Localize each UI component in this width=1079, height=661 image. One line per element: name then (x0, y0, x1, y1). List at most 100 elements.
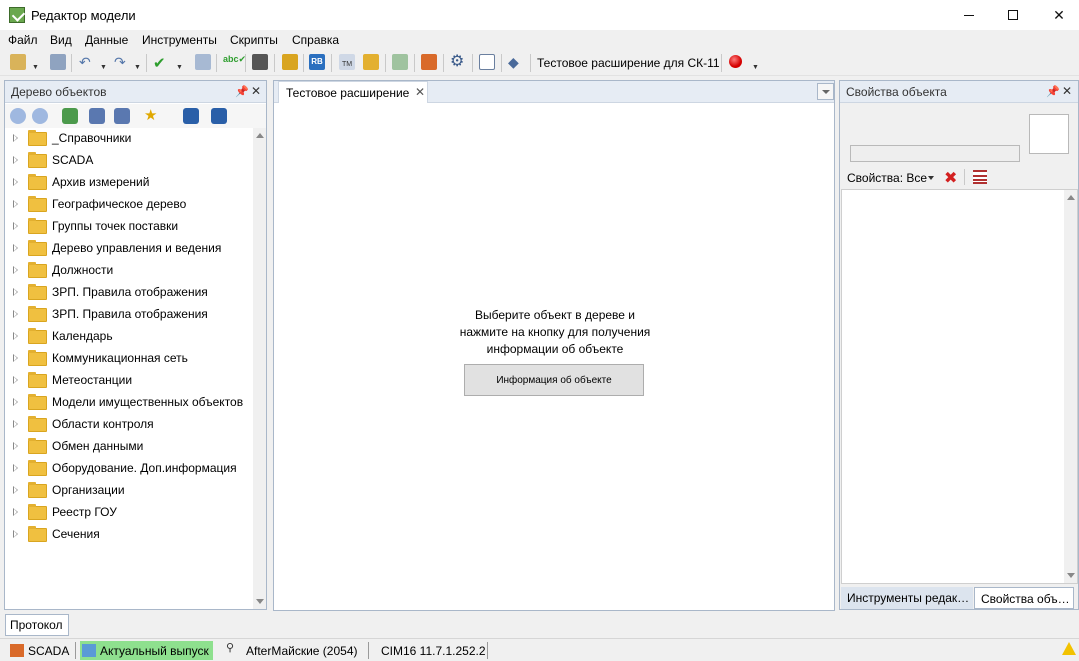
menu-data[interactable]: Данные (85, 33, 128, 47)
pin-icon[interactable]: 📌 (235, 85, 249, 98)
new-dropdown-icon[interactable]: ▼ (32, 64, 39, 71)
search-id-icon[interactable] (114, 108, 130, 124)
maximize-button[interactable] (990, 0, 1036, 30)
undo-icon[interactable]: ↶ (79, 54, 95, 70)
tm-icon[interactable]: TM (339, 54, 355, 70)
tree-item[interactable]: Географическое дерево (5, 194, 253, 216)
tree-item[interactable]: ЗРП. Правила отображения (5, 282, 253, 304)
scroll-up-icon[interactable] (1067, 195, 1075, 200)
brush-icon[interactable] (282, 54, 298, 70)
tree-item[interactable]: Должности (5, 260, 253, 282)
tree-item[interactable]: Дерево управления и ведения (5, 238, 253, 260)
expand-arrow-icon[interactable] (13, 266, 18, 274)
close-tab-icon[interactable]: ✕ (415, 85, 425, 99)
menu-tools[interactable]: Инструменты (142, 33, 217, 47)
expand-arrow-icon[interactable] (13, 156, 18, 164)
spellcheck-icon[interactable]: abc✔ (223, 54, 246, 70)
expand-arrow-icon[interactable] (13, 464, 18, 472)
tree-item[interactable]: SCADA (5, 150, 253, 172)
properties-scrollbar[interactable] (1064, 190, 1077, 583)
rb-icon[interactable]: RB (309, 54, 325, 70)
tab-list-dropdown[interactable] (817, 83, 834, 100)
menu-help[interactable]: Справка (292, 33, 339, 47)
redo-icon[interactable]: ↷ (114, 54, 130, 70)
expand-arrow-icon[interactable] (13, 178, 18, 186)
expand-arrow-icon[interactable] (13, 244, 18, 252)
tree-item[interactable]: Коммуникационная сеть (5, 348, 253, 370)
tree-item[interactable]: Сечения (5, 524, 253, 546)
tab-object-properties[interactable]: Свойства объ… (974, 587, 1074, 609)
expand-arrow-icon[interactable] (13, 508, 18, 516)
windows-icon[interactable] (183, 108, 199, 124)
check-dropdown-icon[interactable]: ▼ (176, 64, 183, 71)
layout-icon[interactable] (479, 54, 495, 70)
menu-view[interactable]: Вид (50, 33, 72, 47)
new-icon[interactable] (10, 54, 26, 70)
list-check-icon[interactable] (392, 54, 408, 70)
search-abc-icon[interactable] (89, 108, 105, 124)
tree-view-icon[interactable] (211, 108, 227, 124)
property-list-icon[interactable] (973, 170, 987, 184)
close-window-button[interactable]: ✕ (1036, 0, 1079, 30)
redo-dropdown-icon[interactable]: ▼ (134, 64, 141, 71)
properties-filter[interactable]: Свойства: Все (847, 171, 927, 185)
warning-icon[interactable] (1062, 642, 1076, 655)
expand-arrow-icon[interactable] (13, 222, 18, 230)
undo-dropdown-icon[interactable]: ▼ (100, 64, 107, 71)
tree-item[interactable]: _Справочники (5, 128, 253, 150)
tree-item[interactable]: Реестр ГОУ (5, 502, 253, 524)
expand-arrow-icon[interactable] (13, 134, 18, 142)
tree-item[interactable]: Организации (5, 480, 253, 502)
expand-arrow-icon[interactable] (13, 442, 18, 450)
expand-arrow-icon[interactable] (13, 398, 18, 406)
tab-protocol[interactable]: Протокол (5, 614, 69, 636)
object-tree-scrollbar[interactable] (253, 128, 266, 609)
tm-folder-icon[interactable] (363, 54, 379, 70)
find-icon[interactable] (252, 54, 268, 70)
diamond-icon[interactable]: ◆ (508, 54, 524, 70)
save-icon[interactable] (50, 54, 66, 70)
close-panel-button[interactable]: ✕ (251, 84, 261, 98)
filter-dropdown-icon[interactable] (928, 176, 934, 180)
tree-item[interactable]: Оборудование. Доп.информация (5, 458, 253, 480)
tree-item[interactable]: Области контроля (5, 414, 253, 436)
scroll-up-icon[interactable] (256, 133, 264, 138)
grid-icon[interactable] (421, 54, 437, 70)
delete-icon[interactable]: ✖ (944, 168, 957, 188)
menu-scripts[interactable]: Скрипты (230, 33, 278, 47)
expand-arrow-icon[interactable] (13, 420, 18, 428)
expand-arrow-icon[interactable] (13, 486, 18, 494)
expand-arrow-icon[interactable] (13, 530, 18, 538)
gear-icon[interactable]: ⚙ (450, 54, 466, 70)
pin-icon[interactable]: 📌 (1046, 85, 1060, 98)
tree-item[interactable]: Обмен данными (5, 436, 253, 458)
expand-arrow-icon[interactable] (13, 310, 18, 318)
tree-item[interactable]: Метеостанции (5, 370, 253, 392)
expand-arrow-icon[interactable] (13, 376, 18, 384)
close-panel-button[interactable]: ✕ (1062, 84, 1072, 98)
tree-item[interactable]: Архив измерений (5, 172, 253, 194)
refresh-icon[interactable] (62, 108, 78, 124)
tree-item[interactable]: Календарь (5, 326, 253, 348)
tab-test-extension[interactable]: Тестовое расширение ✕ (278, 81, 428, 103)
forward-icon[interactable] (32, 108, 48, 124)
object-info-button[interactable]: Информация об объекте (464, 364, 644, 396)
scroll-down-icon[interactable] (256, 599, 264, 604)
expand-arrow-icon[interactable] (13, 332, 18, 340)
record-icon[interactable] (729, 55, 742, 68)
expand-arrow-icon[interactable] (13, 354, 18, 362)
extension-button[interactable]: Тестовое расширение для СК-11 (537, 56, 720, 70)
menu-file[interactable]: Файл (8, 33, 38, 47)
toolbar-overflow-icon[interactable]: ▼ (752, 64, 759, 71)
expand-arrow-icon[interactable] (13, 200, 18, 208)
tab-editor-tools[interactable]: Инструменты редак… (841, 587, 973, 609)
tree-item[interactable]: Группы точек поставки (5, 216, 253, 238)
minimize-button[interactable] (946, 0, 992, 30)
expand-arrow-icon[interactable] (13, 288, 18, 296)
tree-item[interactable]: ЗРП. Правила отображения (5, 304, 253, 326)
object-name-field[interactable] (850, 145, 1020, 162)
back-icon[interactable] (10, 108, 26, 124)
tree-item[interactable]: Модели имущественных объектов (5, 392, 253, 414)
scroll-down-icon[interactable] (1067, 573, 1075, 578)
edit-icon[interactable] (195, 54, 211, 70)
